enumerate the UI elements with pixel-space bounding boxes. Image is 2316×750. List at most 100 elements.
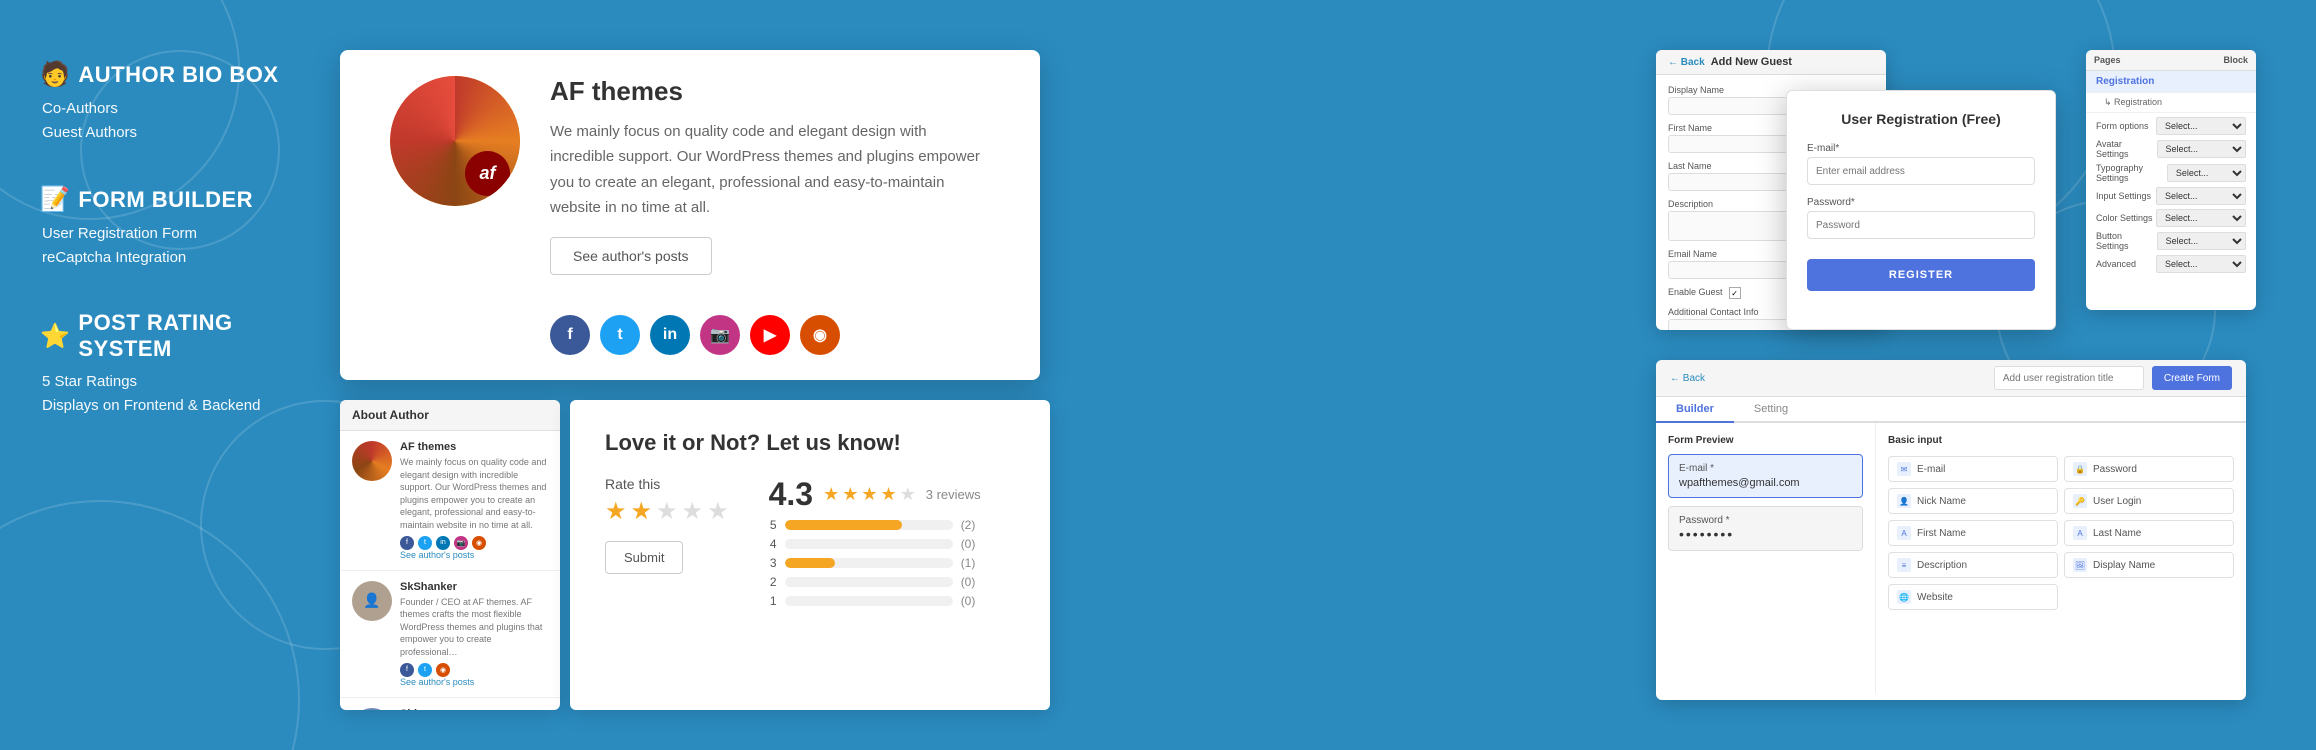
coauthors-label: Co-Authors bbox=[42, 97, 300, 121]
twitter-icon[interactable]: t bbox=[600, 315, 640, 355]
instagram-icon[interactable]: 📷 bbox=[700, 315, 740, 355]
form-password-label: Password * bbox=[1679, 515, 1852, 526]
tab-setting[interactable]: Setting bbox=[1734, 397, 1808, 423]
linkedin-icon[interactable]: in bbox=[650, 315, 690, 355]
fb-field-nick-name[interactable]: 👤 Nick Name bbox=[1888, 488, 2058, 514]
advanced-row: Advanced Select... bbox=[2096, 255, 2246, 273]
form-title-input[interactable] bbox=[1994, 366, 2144, 390]
bar-track-4 bbox=[785, 539, 953, 549]
page-nav-header: Pages Block bbox=[2086, 50, 2256, 71]
ga-sk-rss-icon[interactable]: ◉ bbox=[436, 663, 450, 677]
youtube-icon[interactable]: ▶ bbox=[750, 315, 790, 355]
star-2[interactable]: ★ bbox=[631, 497, 653, 526]
social-icons: f t in 📷 ▶ ◉ bbox=[550, 315, 990, 355]
fb-field-e-mail[interactable]: ✉ E-mail bbox=[1888, 456, 2058, 482]
ga-linkedin-icon[interactable]: in bbox=[436, 536, 450, 550]
form-options-dropdown[interactable]: Select... bbox=[2156, 117, 2246, 135]
nav-registration-active[interactable]: Registration bbox=[2086, 71, 2256, 93]
register-button[interactable]: REGISTER bbox=[1807, 259, 2035, 291]
ga-desc-af: We mainly focus on quality code and eleg… bbox=[400, 456, 548, 532]
star-3[interactable]: ★ bbox=[656, 497, 678, 526]
enable-guest-checkbox[interactable]: ✓ bbox=[1729, 287, 1741, 299]
button-settings-dropdown[interactable]: Select... bbox=[2157, 232, 2246, 250]
left-panel: 🧑 AUTHOR BIO BOX Co-Authors Guest Author… bbox=[0, 0, 340, 750]
ga-sk-facebook-icon[interactable]: f bbox=[400, 663, 414, 677]
bar-label-2: 2 bbox=[769, 575, 777, 589]
star-4[interactable]: ★ bbox=[682, 497, 704, 526]
reg-password-label: Password* bbox=[1807, 197, 2035, 208]
back-button-add-guest[interactable]: ← Back bbox=[1668, 57, 1705, 68]
tab-builder[interactable]: Builder bbox=[1656, 397, 1734, 423]
form-options-label: Form options bbox=[2096, 121, 2149, 131]
bar-label-3: 3 bbox=[769, 556, 777, 570]
fb-field-icon: ✉ bbox=[1897, 462, 1911, 476]
block-label: Block bbox=[2223, 55, 2248, 65]
form-builder-back-button[interactable]: ← Back bbox=[1670, 373, 1705, 384]
main-content: af AF themes We mainly focus on quality … bbox=[340, 30, 2256, 720]
feature-title-author-bio: 🧑 AUTHOR BIO BOX bbox=[40, 60, 300, 89]
fb-field-icon: ≡ bbox=[1897, 558, 1911, 572]
reg-password-input[interactable] bbox=[1807, 211, 2035, 239]
fb-field-last-name[interactable]: A Last Name bbox=[2064, 520, 2234, 546]
rating-bar-4: 4 (0) bbox=[769, 537, 981, 551]
bar-count-5: (2) bbox=[961, 518, 981, 532]
bar-fill-5 bbox=[785, 520, 903, 530]
form-builder-header: ← Back Create Form bbox=[1656, 360, 2246, 397]
form-preview-area: Form Preview E-mail * wpafthemes@gmail.c… bbox=[1656, 423, 1876, 693]
fb-field-website[interactable]: 🌐 Website bbox=[1888, 584, 2058, 610]
ga-see-posts-af[interactable]: See author's posts bbox=[400, 550, 548, 560]
form-builder-panel: ← Back Create Form Builder Setting Form … bbox=[1656, 360, 2246, 700]
user-reg-title: User Registration (Free) bbox=[1807, 111, 2035, 127]
reg-email-input[interactable] bbox=[1807, 157, 2035, 185]
guest-author-af: AF themes We mainly focus on quality cod… bbox=[340, 431, 560, 571]
display-star-1: ★ bbox=[823, 484, 839, 505]
form-email-value: wpafthemes@gmail.com bbox=[1679, 477, 1852, 489]
input-settings-row: Input Settings Select... bbox=[2096, 187, 2246, 205]
ga-twitter-icon[interactable]: t bbox=[418, 536, 432, 550]
color-settings-dropdown[interactable]: Select... bbox=[2156, 209, 2246, 227]
author-name: AF themes bbox=[550, 76, 990, 107]
fb-field-label: Nick Name bbox=[1917, 496, 1966, 507]
ga-rss-icon[interactable]: ◉ bbox=[472, 536, 486, 550]
avatar-inner: af bbox=[390, 76, 520, 206]
fb-field-user-login[interactable]: 🔑 User Login bbox=[2064, 488, 2234, 514]
fb-field-label: Last Name bbox=[2093, 528, 2141, 539]
fb-field-display-name[interactable]: 🖼 Display Name bbox=[2064, 552, 2234, 578]
rss-icon[interactable]: ◉ bbox=[800, 315, 840, 355]
submit-button[interactable]: Submit bbox=[605, 541, 683, 574]
user-reg-form-label: User Registration Form bbox=[42, 222, 300, 246]
fb-field-description[interactable]: ≡ Description bbox=[1888, 552, 2058, 578]
rating-bar-3: 3 (1) bbox=[769, 556, 981, 570]
ga-facebook-icon[interactable]: f bbox=[400, 536, 414, 550]
fb-field-password[interactable]: 🔒 Password bbox=[2064, 456, 2234, 482]
input-settings-dropdown[interactable]: Select... bbox=[2156, 187, 2246, 205]
ga-sk-twitter-icon[interactable]: t bbox=[418, 663, 432, 677]
ga-info-af: AF themes We mainly focus on quality cod… bbox=[400, 441, 548, 560]
typography-settings-label: Typography Settings bbox=[2096, 163, 2167, 183]
form-password-box: Password * •••••••• bbox=[1668, 506, 1863, 551]
advanced-dropdown[interactable]: Select... bbox=[2156, 255, 2246, 273]
nav-registration-sub[interactable]: ↳ Registration bbox=[2086, 93, 2256, 113]
feature-title-form-builder: 📝 FORM BUILDER bbox=[40, 185, 300, 214]
ga-instagram-icon[interactable]: 📷 bbox=[454, 536, 468, 550]
ga-social-skshanker: f t ◉ bbox=[400, 663, 548, 677]
avatar-settings-dropdown[interactable]: Select... bbox=[2157, 140, 2247, 158]
create-form-button[interactable]: Create Form bbox=[2152, 366, 2232, 390]
guest-author-shiva: 👤 Shiva Welcome to AF plugin Sites. This… bbox=[340, 698, 560, 710]
rating-number: 4.3 bbox=[769, 476, 813, 513]
facebook-icon[interactable]: f bbox=[550, 315, 590, 355]
form-options-row: Form options Select... bbox=[2096, 117, 2246, 135]
typography-settings-dropdown[interactable]: Select... bbox=[2167, 164, 2246, 182]
fb-field-first-name[interactable]: A First Name bbox=[1888, 520, 2058, 546]
author-bio-card: af AF themes We mainly focus on quality … bbox=[340, 50, 1040, 380]
star-5[interactable]: ★ bbox=[707, 497, 729, 526]
see-posts-button[interactable]: See author's posts bbox=[550, 237, 712, 275]
stars-input[interactable]: ★ ★ ★ ★ ★ bbox=[605, 497, 729, 526]
bar-label-4: 4 bbox=[769, 537, 777, 551]
form-fields-grid: ✉ E-mail 🔒 Password 👤 Nick Name 🔑 User L… bbox=[1888, 456, 2234, 610]
ga-see-posts-skshanker[interactable]: See author's posts bbox=[400, 677, 548, 687]
ga-avatar-af bbox=[352, 441, 392, 481]
bar-count-3: (1) bbox=[961, 556, 981, 570]
rating-content: Rate this ★ ★ ★ ★ ★ Submit 4.3 ★ ★ bbox=[605, 476, 1015, 613]
star-1[interactable]: ★ bbox=[605, 497, 627, 526]
